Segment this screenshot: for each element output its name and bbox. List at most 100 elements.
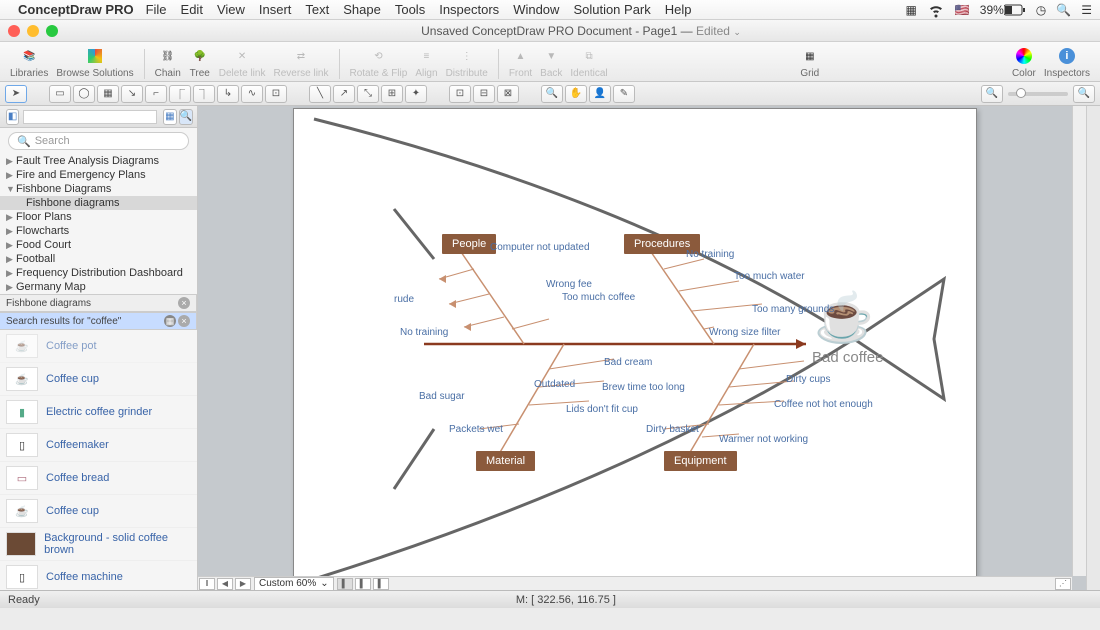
tree-item[interactable]: ▶Flowcharts — [0, 224, 197, 238]
library-tab-search[interactable]: Search results for "coffee"▦× — [0, 313, 197, 329]
color-button[interactable]: Color — [1012, 45, 1036, 79]
effect-label[interactable]: Bad coffee — [812, 349, 883, 366]
menu-solution-park[interactable]: Solution Park — [573, 2, 650, 17]
menu-window[interactable]: Window — [513, 2, 559, 17]
app-name[interactable]: ConceptDraw PRO — [18, 2, 134, 17]
title-dropdown-icon[interactable]: ⌄ — [733, 27, 741, 37]
line-tool-2[interactable]: ↗ — [333, 85, 355, 103]
menu-edit[interactable]: Edit — [181, 2, 203, 17]
connector-tool-6[interactable]: ∿ — [241, 85, 263, 103]
library-search-input[interactable]: 🔍Search — [8, 132, 189, 150]
chain-button[interactable]: ⛓Chain — [155, 45, 181, 79]
tree-item-child[interactable]: Fishbone diagrams — [0, 196, 197, 210]
zoom-in-icon[interactable]: 🔍 — [1073, 85, 1095, 103]
library-item[interactable]: ▮Electric coffee grinder — [0, 396, 197, 429]
close-tab-icon[interactable]: × — [178, 315, 190, 327]
battery-status[interactable]: 39% — [980, 3, 1026, 17]
document-page[interactable]: ☕ People Procedures Material Equipment B… — [293, 108, 977, 576]
pan-tool[interactable]: ✋ — [565, 85, 587, 103]
menu-shape[interactable]: Shape — [343, 2, 381, 17]
library-item[interactable]: ▭Coffee bread — [0, 462, 197, 495]
tree-item[interactable]: ▶Football — [0, 252, 197, 266]
browse-solutions-button[interactable]: Browse Solutions — [56, 45, 133, 79]
connector-tool-2[interactable]: ⌐ — [145, 85, 167, 103]
group-tool-2[interactable]: ⊟ — [473, 85, 495, 103]
menu-help[interactable]: Help — [665, 2, 692, 17]
pointer-tool[interactable]: ➤ — [5, 85, 27, 103]
menu-extras-icon[interactable]: ☰ — [1081, 3, 1092, 17]
tree-item[interactable]: ▶Fault Tree Analysis Diagrams — [0, 154, 197, 168]
vertical-scrollbar[interactable] — [1072, 106, 1086, 576]
group-tool-1[interactable]: ⊡ — [449, 85, 471, 103]
connector-tool-5[interactable]: ↳ — [217, 85, 239, 103]
resize-handle-icon[interactable]: ⋰ — [1055, 578, 1071, 590]
zoom-slider[interactable] — [1008, 92, 1068, 96]
horizontal-scrollbar[interactable]: ‖ ◀ ▶ Custom 60% ⌄ ▌ ▌ ▌ ⋰ — [198, 576, 1072, 590]
tree-item[interactable]: ▶Germany Map — [0, 280, 197, 294]
library-item[interactable]: ☕Coffee pot — [0, 330, 197, 363]
page-tab-2[interactable]: ▌ — [355, 578, 371, 590]
rect-tool[interactable]: ▭ — [49, 85, 71, 103]
menu-file[interactable]: File — [146, 2, 167, 17]
sidebar-view-grid[interactable]: ▦ — [163, 109, 176, 125]
page-nav-button[interactable]: ‖ — [199, 578, 215, 590]
flag-icon[interactable]: 🇺🇸 — [955, 3, 970, 17]
zoom-out-icon[interactable]: 🔍 — [981, 85, 1003, 103]
menu-view[interactable]: View — [217, 2, 245, 17]
tree-item[interactable]: ▶Floor Plans — [0, 210, 197, 224]
tree-button[interactable]: 🌳Tree — [189, 45, 211, 79]
library-tab-fishbone[interactable]: Fishbone diagrams× — [0, 295, 197, 311]
format-painter-tool[interactable]: 👤 — [589, 85, 611, 103]
line-tool-4[interactable]: ⊞ — [381, 85, 403, 103]
menu-tools[interactable]: Tools — [395, 2, 425, 17]
connector-tool-7[interactable]: ⊡ — [265, 85, 287, 103]
clock-icon[interactable]: ◷ — [1036, 3, 1046, 17]
spotlight-icon[interactable]: 🔍 — [1056, 3, 1071, 17]
connector-tool-4[interactable]: ⏋ — [193, 85, 215, 103]
line-tool-5[interactable]: ✦ — [405, 85, 427, 103]
zoom-select[interactable]: Custom 60% ⌄ — [254, 577, 334, 591]
inspectors-button[interactable]: iInspectors — [1044, 45, 1090, 79]
tree-item[interactable]: ▶Frequency Distribution Dashboard — [0, 266, 197, 280]
category-equipment[interactable]: Equipment — [664, 451, 737, 471]
table-tool[interactable]: ▦ — [97, 85, 119, 103]
tree-item[interactable]: ▼Fishbone Diagrams — [0, 182, 197, 196]
sidebar-filter-input[interactable] — [23, 110, 157, 124]
eyedropper-tool[interactable]: ✎ — [613, 85, 635, 103]
close-tab-icon[interactable]: × — [178, 297, 190, 309]
zoom-in-tool[interactable]: 🔍 — [541, 85, 563, 103]
line-tool-3[interactable]: ⤡ — [357, 85, 379, 103]
tab-action-icon[interactable]: ▦ — [164, 315, 176, 327]
library-item[interactable]: Background - solid coffee brown — [0, 528, 197, 561]
menu-insert[interactable]: Insert — [259, 2, 292, 17]
tree-item[interactable]: ▶Food Court — [0, 238, 197, 252]
sidebar-search-button[interactable]: 🔍 — [179, 109, 193, 125]
libraries-button[interactable]: 📚Libraries — [10, 45, 48, 79]
close-window-button[interactable] — [8, 25, 20, 37]
connector-tool-1[interactable]: ↘ — [121, 85, 143, 103]
minimize-window-button[interactable] — [27, 25, 39, 37]
page-tab-1[interactable]: ▌ — [337, 578, 353, 590]
page-prev-button[interactable]: ◀ — [217, 578, 233, 590]
tree-item[interactable]: ▶Fire and Emergency Plans — [0, 168, 197, 182]
library-item[interactable]: ☕Coffee cup — [0, 495, 197, 528]
line-tool-1[interactable]: ╲ — [309, 85, 331, 103]
library-item[interactable]: ☕Coffee cup — [0, 363, 197, 396]
sidebar-collapse-button[interactable]: ◧ — [6, 109, 19, 125]
connector-tool-3[interactable]: ⎾ — [169, 85, 191, 103]
wifi-icon[interactable] — [927, 1, 945, 19]
canvas-viewport[interactable]: ☕ People Procedures Material Equipment B… — [198, 106, 1072, 576]
category-material[interactable]: Material — [476, 451, 535, 471]
menu-text[interactable]: Text — [305, 2, 329, 17]
library-item[interactable]: ▯Coffeemaker — [0, 429, 197, 462]
page-next-button[interactable]: ▶ — [235, 578, 251, 590]
category-people[interactable]: People — [442, 234, 496, 254]
group-tool-3[interactable]: ⊠ — [497, 85, 519, 103]
ellipse-tool[interactable]: ◯ — [73, 85, 95, 103]
menu-inspectors[interactable]: Inspectors — [439, 2, 499, 17]
page-tab-3[interactable]: ▌ — [373, 578, 389, 590]
library-item[interactable]: ▯Coffee machine — [0, 561, 197, 590]
right-panel-collapsed[interactable] — [1086, 106, 1100, 590]
grid-button[interactable]: ▦Grid — [799, 45, 821, 79]
maximize-window-button[interactable] — [46, 25, 58, 37]
